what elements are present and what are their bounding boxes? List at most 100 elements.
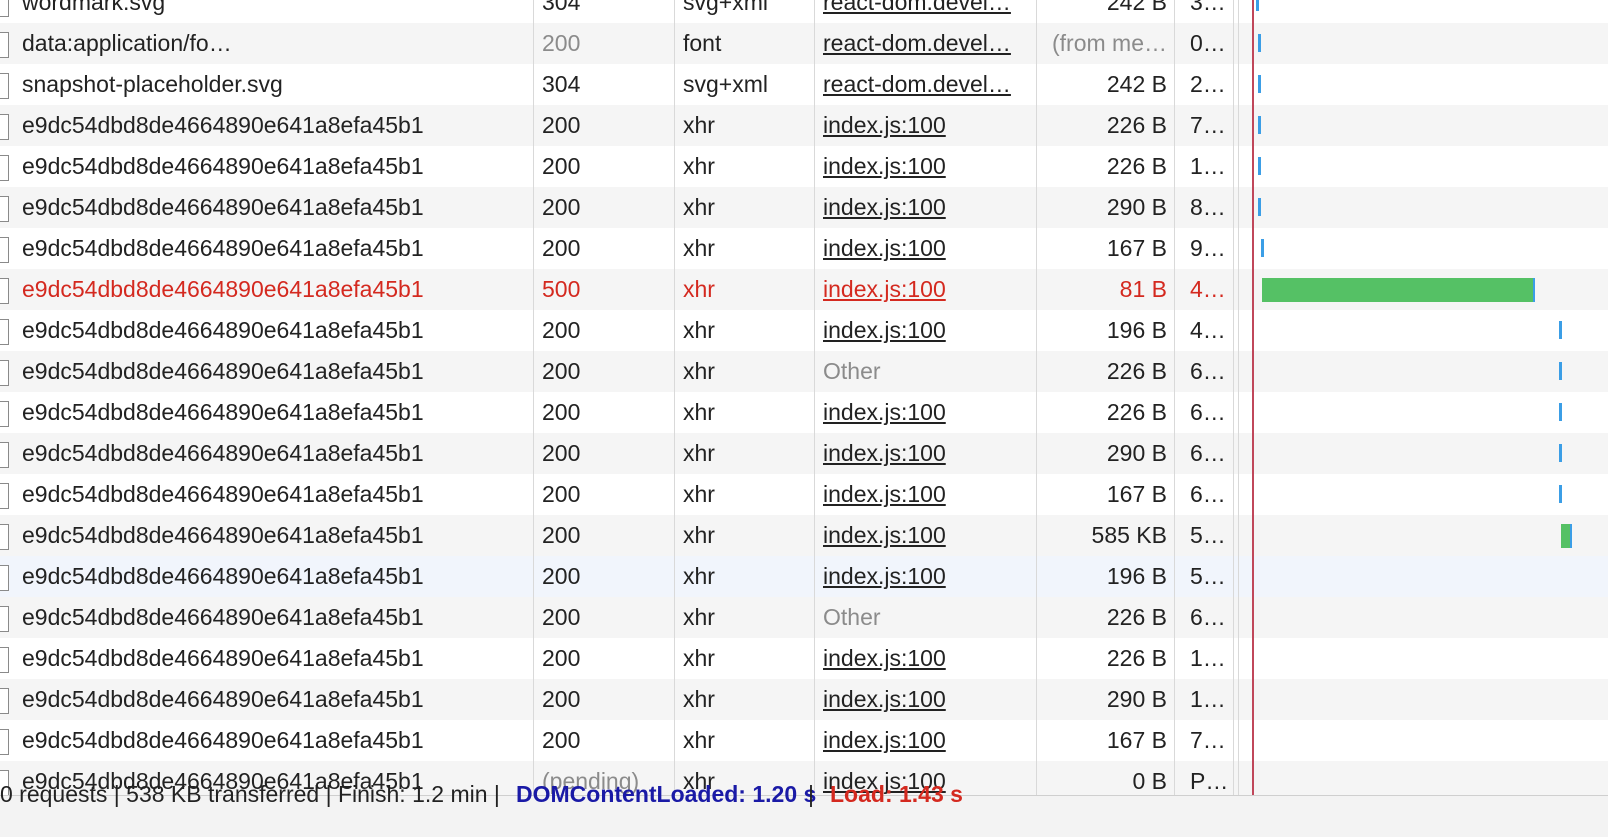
table-row[interactable]: e9dc54dbd8de4664890e641a8efa45b1 200 xhr in… xyxy=(0,310,1608,351)
table-row[interactable]: e9dc54dbd8de4664890e641a8efa45b1 200 xhr in… xyxy=(0,474,1608,515)
table-row[interactable]: e9dc54dbd8de4664890e641a8efa45b1 200 xhr in… xyxy=(0,392,1608,433)
request-name[interactable]: e9dc54dbd8de4664890e641a8efa45b1 xyxy=(22,228,530,269)
file-icon xyxy=(0,606,9,632)
initiator-link[interactable]: index.js:100 xyxy=(823,269,1023,310)
initiator-link[interactable]: index.js:100 xyxy=(823,556,1023,597)
request-name[interactable]: e9dc54dbd8de4664890e641a8efa45b1 xyxy=(22,433,530,474)
table-row[interactable]: e9dc54dbd8de4664890e641a8efa45b1 200 xhr in… xyxy=(0,515,1608,556)
request-name[interactable]: e9dc54dbd8de4664890e641a8efa45b1 xyxy=(22,679,530,720)
initiator-link[interactable]: index.js:100 xyxy=(823,433,1023,474)
request-size: 242 B xyxy=(1106,71,1167,97)
column-divider xyxy=(1233,0,1234,795)
initiator-link[interactable]: index.js:100 xyxy=(823,474,1023,515)
request-status: 200 xyxy=(542,604,581,630)
initiator-link[interactable]: index.js:100 xyxy=(823,228,1023,269)
table-row[interactable]: e9dc54dbd8de4664890e641a8efa45b1 200 xhr in… xyxy=(0,638,1608,679)
table-row[interactable]: e9dc54dbd8de4664890e641a8efa45b1 200 xhr in… xyxy=(0,228,1608,269)
table-row[interactable]: wordmark.svg 304 svg+xml react-dom.devel… 24… xyxy=(0,0,1608,23)
request-time: 1… xyxy=(1190,645,1226,671)
initiator-link[interactable]: index.js:100 xyxy=(823,187,1023,228)
request-name[interactable]: data:application/fo… xyxy=(22,23,530,64)
table-row[interactable]: e9dc54dbd8de4664890e641a8efa45b1 200 xhr in… xyxy=(0,556,1608,597)
request-type: xhr xyxy=(683,440,715,466)
initiator-link[interactable]: index.js:100 xyxy=(823,515,1023,556)
initiator-link[interactable]: index.js:100 xyxy=(823,679,1023,720)
request-name[interactable]: e9dc54dbd8de4664890e641a8efa45b1 xyxy=(22,597,530,638)
request-name[interactable]: e9dc54dbd8de4664890e641a8efa45b1 xyxy=(22,474,530,515)
file-icon xyxy=(0,647,9,673)
request-name[interactable]: e9dc54dbd8de4664890e641a8efa45b1 xyxy=(22,187,530,228)
waterfall-bar xyxy=(1561,524,1572,548)
request-size: 226 B xyxy=(1106,153,1167,179)
table-row[interactable]: snapshot-placeholder.svg 304 svg+xml react-… xyxy=(0,64,1608,105)
initiator-link[interactable]: react-dom.devel… xyxy=(823,23,1023,64)
table-row[interactable]: e9dc54dbd8de4664890e641a8efa45b1 200 xhr in… xyxy=(0,720,1608,761)
request-size: 167 B xyxy=(1106,481,1167,507)
file-icon xyxy=(0,32,9,58)
request-size: 0 B xyxy=(1132,768,1167,794)
request-name[interactable]: e9dc54dbd8de4664890e641a8efa45b1 xyxy=(22,556,530,597)
request-status: 200 xyxy=(542,153,581,179)
request-name[interactable]: snapshot-placeholder.svg xyxy=(22,64,530,105)
initiator-link[interactable]: index.js:100 xyxy=(823,720,1023,761)
request-name[interactable]: wordmark.svg xyxy=(22,0,530,23)
request-name[interactable]: e9dc54dbd8de4664890e641a8efa45b1 xyxy=(22,105,530,146)
request-name[interactable]: e9dc54dbd8de4664890e641a8efa45b1 xyxy=(22,146,530,187)
table-row[interactable]: data:application/fo… 200 font react-dom.dev… xyxy=(0,23,1608,64)
request-type: xhr xyxy=(683,604,715,630)
request-type: xhr xyxy=(683,727,715,753)
waterfall-bar xyxy=(1559,403,1562,421)
waterfall-bar xyxy=(1559,362,1562,380)
summary-text: 0 requests | 538 KB transferred | Finish… xyxy=(0,781,500,807)
request-size: (from me… xyxy=(1052,30,1167,56)
file-icon xyxy=(0,360,9,386)
table-row[interactable]: e9dc54dbd8de4664890e641a8efa45b1 500 xhr in… xyxy=(0,269,1608,310)
request-name[interactable]: e9dc54dbd8de4664890e641a8efa45b1 xyxy=(22,310,530,351)
request-name[interactable]: e9dc54dbd8de4664890e641a8efa45b1 xyxy=(22,392,530,433)
request-time: 4… xyxy=(1190,317,1226,343)
table-row[interactable]: e9dc54dbd8de4664890e641a8efa45b1 200 xhr in… xyxy=(0,146,1608,187)
file-icon xyxy=(0,401,9,427)
initiator-link[interactable]: index.js:100 xyxy=(823,146,1023,187)
initiator-link[interactable]: react-dom.devel… xyxy=(823,0,1023,23)
request-time: 7… xyxy=(1190,727,1226,753)
table-row[interactable]: e9dc54dbd8de4664890e641a8efa45b1 200 xhr in… xyxy=(0,105,1608,146)
table-row[interactable]: e9dc54dbd8de4664890e641a8efa45b1 200 xhr Ot… xyxy=(0,351,1608,392)
initiator-link[interactable]: index.js:100 xyxy=(823,392,1023,433)
request-name[interactable]: e9dc54dbd8de4664890e641a8efa45b1 xyxy=(22,269,530,310)
request-name[interactable]: e9dc54dbd8de4664890e641a8efa45b1 xyxy=(22,515,530,556)
request-name[interactable]: e9dc54dbd8de4664890e641a8efa45b1 xyxy=(22,638,530,679)
request-time: 1… xyxy=(1190,686,1226,712)
request-status: 200 xyxy=(542,727,581,753)
file-icon xyxy=(0,278,9,304)
table-row[interactable]: e9dc54dbd8de4664890e641a8efa45b1 200 xhr in… xyxy=(0,433,1608,474)
request-size: 290 B xyxy=(1106,194,1167,220)
initiator-link[interactable]: index.js:100 xyxy=(823,310,1023,351)
initiator-link[interactable]: index.js:100 xyxy=(823,638,1023,679)
table-row[interactable]: e9dc54dbd8de4664890e641a8efa45b1 200 xhr Ot… xyxy=(0,597,1608,638)
initiator-text: Other xyxy=(823,358,881,384)
request-status: 200 xyxy=(542,563,581,589)
table-row[interactable]: e9dc54dbd8de4664890e641a8efa45b1 200 xhr in… xyxy=(0,679,1608,720)
request-name[interactable]: e9dc54dbd8de4664890e641a8efa45b1 xyxy=(22,720,530,761)
file-icon xyxy=(0,0,9,17)
waterfall-bar xyxy=(1559,444,1562,462)
separator: | xyxy=(808,781,814,807)
initiator-text: Other xyxy=(823,604,881,630)
request-type: xhr xyxy=(683,194,715,220)
initiator-link[interactable]: react-dom.devel… xyxy=(823,64,1023,105)
request-name[interactable]: e9dc54dbd8de4664890e641a8efa45b1 xyxy=(22,351,530,392)
table-row[interactable]: e9dc54dbd8de4664890e641a8efa45b1 200 xhr in… xyxy=(0,187,1608,228)
column-divider xyxy=(674,0,675,795)
request-type: xhr xyxy=(683,686,715,712)
file-icon xyxy=(0,155,9,181)
request-time: 1… xyxy=(1190,153,1226,179)
request-size: 290 B xyxy=(1106,686,1167,712)
initiator-link[interactable]: index.js:100 xyxy=(823,105,1023,146)
request-type: xhr xyxy=(683,153,715,179)
request-status: 200 xyxy=(542,399,581,425)
file-icon xyxy=(0,483,9,509)
request-time: 8… xyxy=(1190,194,1226,220)
request-type: svg+xml xyxy=(683,71,768,97)
request-status: 304 xyxy=(542,0,581,15)
